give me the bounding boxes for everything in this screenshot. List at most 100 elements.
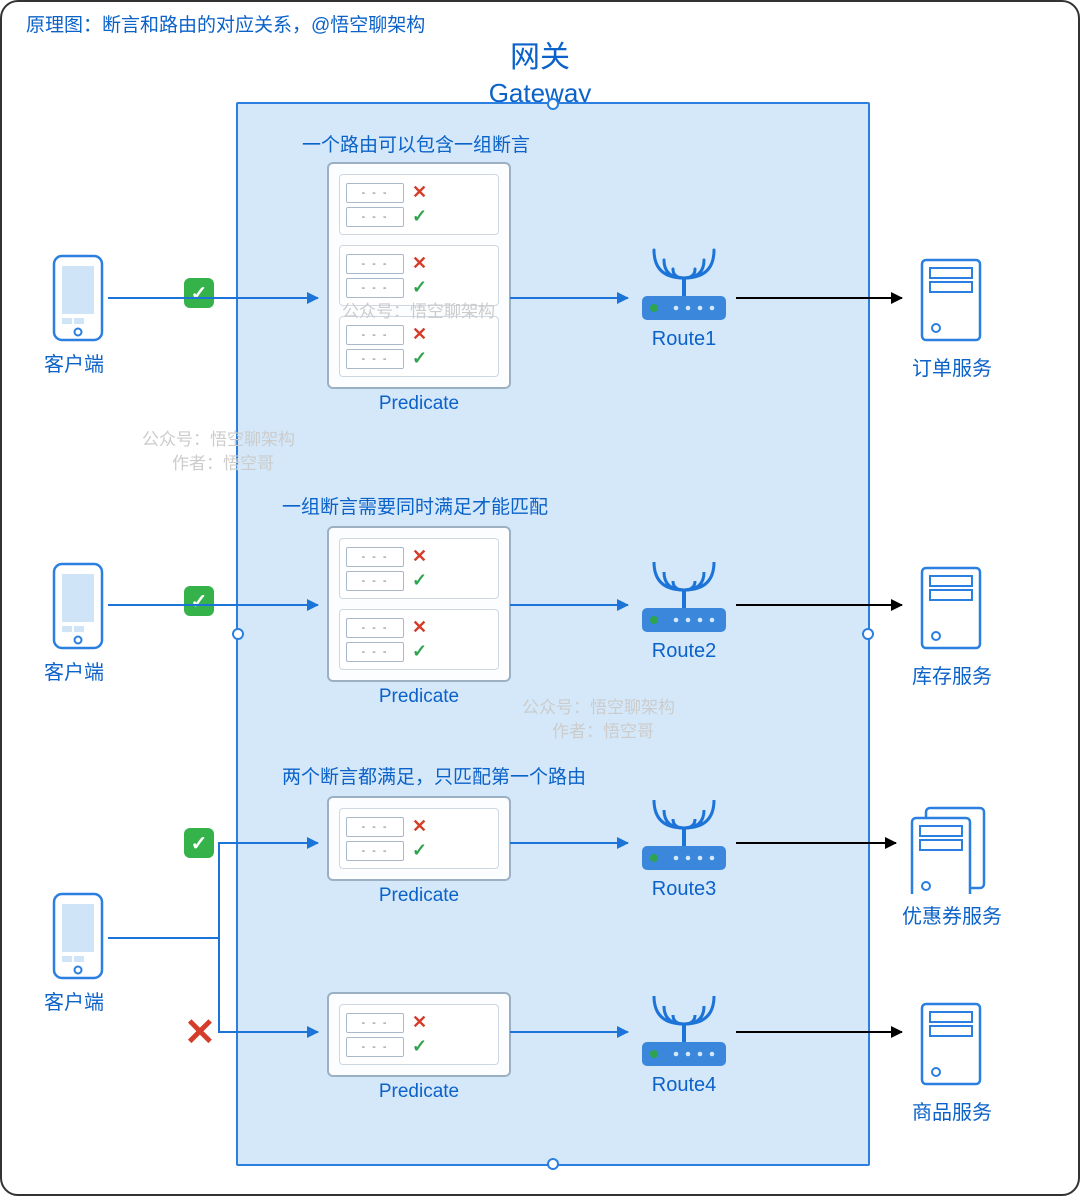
- server3-label: 优惠券服务: [902, 900, 980, 929]
- predicate-row: - - - ✕: [346, 324, 492, 345]
- x-icon: ✕: [412, 324, 430, 345]
- predicate-row: - - - ✕: [346, 253, 492, 274]
- predicate-bar: - - -: [346, 254, 404, 274]
- check-icon: ✓: [412, 277, 430, 298]
- predicate-box-1: - - -✕- - -✓- - -✕- - -✓- - -✕- - -✓Pred…: [327, 162, 511, 389]
- client1-label: 客户端: [44, 348, 100, 377]
- arrow-pred3-route: [510, 842, 628, 844]
- router1-label: Route1: [636, 328, 732, 351]
- predicate-row: - - - ✓: [346, 1036, 492, 1057]
- predicate-bar: - - -: [346, 207, 404, 227]
- arrow-branch-pred3: [218, 842, 318, 844]
- predicate-row: - - - ✕: [346, 617, 492, 638]
- arrow-route2-server: [736, 604, 902, 606]
- watermark: 公众号：悟空聊架构: [342, 300, 495, 324]
- check-icon: ✓: [412, 206, 430, 227]
- check-badge-icon: ✓: [184, 828, 214, 858]
- predicate-row: - - - ✕: [346, 1012, 492, 1033]
- arrow-pred1-route: [510, 297, 628, 299]
- client-phone-2: 客户端: [50, 562, 106, 685]
- predicate-row: - - - ✕: [346, 816, 492, 837]
- predicate-row: - - - ✓: [346, 570, 492, 591]
- x-icon: ✕: [412, 816, 430, 837]
- anchor-dot: [232, 628, 244, 640]
- arrow-route4-server: [736, 1031, 902, 1033]
- predicate-bar: - - -: [346, 1037, 404, 1057]
- client-phone-3: 客户端: [50, 892, 106, 1015]
- predicate-bar: - - -: [346, 325, 404, 345]
- server-1: 订单服务: [912, 254, 990, 381]
- predicate-bar: - - -: [346, 817, 404, 837]
- predicate-row: - - - ✓: [346, 348, 492, 369]
- predicate-box-4: - - -✕- - -✓Predicate: [327, 992, 511, 1077]
- predicate-bar: - - -: [346, 278, 404, 298]
- router3-label: Route3: [636, 878, 732, 901]
- gateway-title-cn: 网关: [510, 41, 570, 74]
- predicate-row: - - - ✓: [346, 641, 492, 662]
- router-4: Route4: [636, 984, 732, 1097]
- router-1: Route1: [636, 238, 732, 351]
- x-icon: ✕: [412, 253, 430, 274]
- predicate-bar: - - -: [346, 571, 404, 591]
- arrow-branch-pred4: [218, 1031, 318, 1033]
- server-4: 商品服务: [912, 998, 990, 1125]
- watermark: 公众号：悟空聊架构作者：悟空哥: [522, 696, 675, 744]
- check-icon: ✓: [412, 348, 430, 369]
- predicate-row: - - - ✓: [346, 840, 492, 861]
- server-2: 库存服务: [912, 562, 990, 689]
- section2-label: 一组断言需要同时满足才能匹配: [282, 492, 548, 519]
- arrow-client3-split: [108, 937, 218, 939]
- arrow-route1-server: [736, 297, 902, 299]
- predicate-box-3: - - -✕- - -✓Predicate: [327, 796, 511, 881]
- router4-label: Route4: [636, 1074, 732, 1097]
- arrow-route3-server: [736, 842, 896, 844]
- check-badge-icon: ✓: [184, 278, 214, 308]
- server2-label: 库存服务: [912, 660, 990, 689]
- x-icon: ✕: [412, 546, 430, 567]
- section3-label: 两个断言都满足，只匹配第一个路由: [282, 762, 586, 789]
- check-icon: ✓: [412, 840, 430, 861]
- gateway-title: 网关 Gateway: [2, 32, 1078, 109]
- predicate-caption: Predicate: [329, 686, 509, 708]
- anchor-dot: [862, 628, 874, 640]
- client2-label: 客户端: [44, 656, 100, 685]
- x-mark-icon: ✕: [184, 1010, 216, 1055]
- predicate-row: - - - ✕: [346, 546, 492, 567]
- predicate-bar: - - -: [346, 183, 404, 203]
- diagram-frame: 原理图：断言和路由的对应关系，@悟空聊架构 网关 Gateway 一个路由可以包…: [0, 0, 1080, 1196]
- predicate-caption: Predicate: [329, 1081, 509, 1103]
- arrow-pred4-route: [510, 1031, 628, 1033]
- arrow-client2-pred: [108, 604, 318, 606]
- arrow-pred2-route: [510, 604, 628, 606]
- server1-label: 订单服务: [912, 352, 990, 381]
- predicate-row: - - - ✓: [346, 277, 492, 298]
- predicate-bar: - - -: [346, 618, 404, 638]
- x-icon: ✕: [412, 617, 430, 638]
- server-3: 优惠券服务: [902, 802, 980, 929]
- x-icon: ✕: [412, 182, 430, 203]
- watermark: 公众号：悟空聊架构作者：悟空哥: [142, 428, 295, 476]
- predicate-row: - - - ✓: [346, 206, 492, 227]
- predicate-box-2: - - -✕- - -✓- - -✕- - -✓Predicate: [327, 526, 511, 682]
- client-phone-1: 客户端: [50, 254, 106, 377]
- check-icon: ✓: [412, 570, 430, 591]
- predicate-bar: - - -: [346, 1013, 404, 1033]
- predicate-row: - - - ✕: [346, 182, 492, 203]
- predicate-caption: Predicate: [329, 393, 509, 415]
- anchor-dot: [547, 98, 559, 110]
- predicate-bar: - - -: [346, 841, 404, 861]
- anchor-dot: [547, 1158, 559, 1170]
- client3-label: 客户端: [44, 986, 100, 1015]
- check-icon: ✓: [412, 1036, 430, 1057]
- predicate-bar: - - -: [346, 642, 404, 662]
- server4-label: 商品服务: [912, 1096, 990, 1125]
- predicate-caption: Predicate: [329, 885, 509, 907]
- router-3: Route3: [636, 788, 732, 901]
- x-icon: ✕: [412, 1012, 430, 1033]
- predicate-bar: - - -: [346, 349, 404, 369]
- arrow-client1-pred: [108, 297, 318, 299]
- predicate-bar: - - -: [346, 547, 404, 567]
- split-vline: [218, 842, 220, 1033]
- check-icon: ✓: [412, 641, 430, 662]
- section1-label: 一个路由可以包含一组断言: [302, 130, 530, 157]
